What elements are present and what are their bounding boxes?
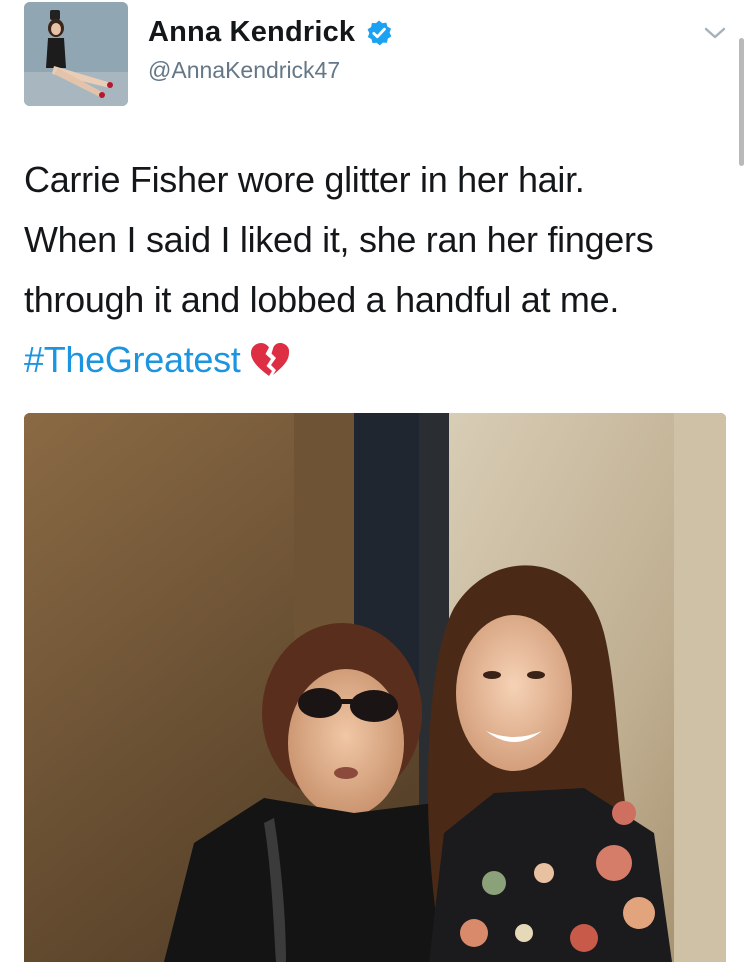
tweet-text: Carrie Fisher wore glitter in her hair. … [24, 150, 724, 390]
hashtag-link[interactable]: #TheGreatest [24, 339, 241, 380]
scrollbar[interactable] [739, 38, 744, 166]
display-name[interactable]: Anna Kendrick [148, 16, 355, 49]
tweet-text-line: Carrie Fisher wore glitter in her hair. [24, 159, 585, 200]
author-name-row[interactable]: Anna Kendrick [148, 16, 393, 49]
tweet-text-line: When I said I liked it, she ran her fing… [24, 219, 654, 260]
verified-badge-icon [365, 19, 393, 47]
hashtag-line: #TheGreatest [24, 330, 724, 390]
photo-image [24, 413, 726, 962]
profile-photo-icon [24, 2, 128, 106]
avatar[interactable] [24, 2, 128, 106]
tweet-photo[interactable] [24, 413, 726, 962]
tweet-text-line: through it and lobbed a handful at me. [24, 279, 620, 320]
chevron-down-icon[interactable] [700, 22, 730, 44]
author-handle[interactable]: @AnnaKendrick47 [148, 57, 340, 84]
broken-heart-icon [249, 336, 291, 376]
